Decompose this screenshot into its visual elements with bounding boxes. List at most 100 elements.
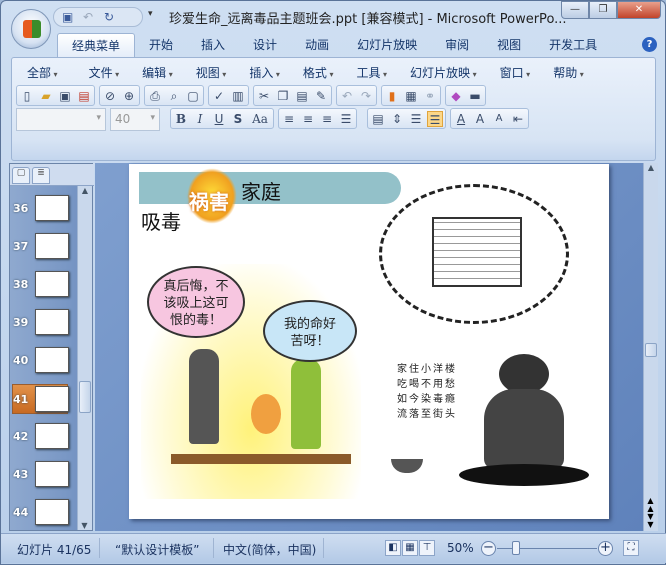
font-name-select[interactable] [16,108,106,131]
print-icon[interactable]: ⎙ [147,88,163,104]
shrink-font-icon[interactable]: A [491,111,507,127]
tab-review[interactable]: 审阅 [431,33,483,57]
language[interactable]: 中文(简体，中国) [223,541,316,558]
redo-icon[interactable]: ↻ [104,10,117,24]
copy-icon[interactable]: ❐ [275,88,291,104]
customize-qat-icon[interactable]: ▾ [148,9,153,19]
help-icon[interactable]: ? [642,37,657,52]
slides-tab[interactable]: ▢ [12,167,30,184]
tab-insert[interactable]: 插入 [187,33,239,57]
menu-help[interactable]: 帮助 [539,64,593,81]
open-icon[interactable]: ▰ [38,88,54,104]
slide-thumbnail[interactable]: 39 [13,308,75,338]
slide-thumbnail[interactable]: 44 [13,498,75,528]
menu-format[interactable]: 格式 [289,64,343,81]
menu-edit[interactable]: 编辑 [128,64,182,81]
next-slide-icon[interactable]: ▼ ▼ [644,513,657,529]
slide-thumbnail[interactable]: 36 [13,194,75,224]
scroll-thumb[interactable] [79,381,91,413]
scroll-up-icon[interactable]: ▲ [644,163,658,172]
tab-classic-menu[interactable]: 经典菜单 [57,33,136,57]
format-painter-icon[interactable]: ✎ [313,88,329,104]
slide-thumbnail[interactable]: 38 [13,270,75,300]
restrict-icon[interactable]: ⊘ [102,88,118,104]
slide-thumbnail[interactable]: 41 [12,384,69,414]
slideshow-icon[interactable]: ⊤ [419,540,435,556]
undo-icon[interactable]: ↶ [339,88,355,104]
new-icon[interactable]: ▯ [19,88,35,104]
underline-button[interactable]: U [211,111,227,127]
grayscale-icon[interactable]: ▬ [467,88,483,104]
design-template[interactable]: “默认设计模板” [115,541,199,558]
tab-animation[interactable]: 动画 [291,33,343,57]
research-icon[interactable]: ▥ [230,88,246,104]
font-size-select[interactable]: 40 [110,108,160,131]
save-icon[interactable]: ▣ [62,10,75,24]
font-color-icon[interactable]: A [453,111,469,127]
zoom-in-button[interactable]: + [598,541,613,556]
color-scheme-icon[interactable]: ◆ [448,88,464,104]
tab-view[interactable]: 视图 [483,33,535,57]
change-case-button[interactable]: Aa [249,111,271,127]
bullets-icon[interactable]: ☰ [427,110,443,127]
menu-slideshow[interactable]: 幻灯片放映 [396,64,486,81]
cut-icon[interactable]: ✂ [256,88,272,104]
hyperlink-icon[interactable]: ⚭ [422,88,438,104]
spelling-icon[interactable]: ✓ [211,88,227,104]
text-direction-icon[interactable]: ▤ [370,111,386,127]
scroll-up-icon[interactable]: ▲ [78,186,92,195]
scroll-down-icon[interactable]: ▼ [78,521,91,530]
slide-thumbnail[interactable]: 37 [13,232,75,262]
restore-button[interactable]: ❐ [589,1,617,19]
chart-icon[interactable]: ▮ [384,88,400,104]
italic-button[interactable]: I [192,111,208,127]
slide-sorter-icon[interactable]: ▦ [402,540,418,556]
line-spacing-icon[interactable]: ⇕ [389,111,405,127]
fit-to-window-icon[interactable]: ⛶ [623,540,639,556]
outline-tab[interactable]: ≣ [32,167,50,184]
previous-slide-icon[interactable]: ▲ ▲ [644,497,657,513]
tab-home[interactable]: 开始 [135,33,187,57]
menu-file[interactable]: 文件 [67,64,129,81]
slide-thumbnail[interactable]: 40 [13,346,75,376]
align-right-icon[interactable]: ≡ [319,111,335,127]
tab-slideshow[interactable]: 幻灯片放映 [343,33,431,57]
attach-icon[interactable]: ⊕ [121,88,137,104]
print-preview-icon[interactable]: ⌕ [166,88,182,104]
editor-scrollbar[interactable]: ▲ ▲ ▲ ▼ ▼ [643,163,658,531]
align-center-icon[interactable]: ≡ [300,111,316,127]
menu-tools[interactable]: 工具 [342,64,396,81]
undo-icon[interactable]: ↶ [83,10,96,24]
decrease-indent-icon[interactable]: ⇤ [510,111,526,127]
redo-icon[interactable]: ↷ [358,88,374,104]
justify-icon[interactable]: ☰ [338,111,354,127]
minimize-button[interactable]: — [561,1,589,19]
align-left-icon[interactable]: ≡ [281,111,297,127]
menu-view[interactable]: 视图 [182,64,236,81]
save-icon[interactable]: ▣ [57,88,73,104]
frame-icon[interactable]: ▢ [185,88,201,104]
close-button[interactable]: ✕ [617,1,661,19]
office-button[interactable] [11,9,51,49]
slide-thumbnail[interactable]: 43 [13,460,75,490]
menu-all[interactable]: 全部 [18,64,67,81]
permission-icon[interactable]: ▤ [76,88,92,104]
slide-canvas[interactable]: 吸毒 祸害 家庭 真后悔，不该吸上这可恨的毒！ 我的命好苦呀！ 家住小洋楼 吃喝… [129,164,609,519]
shadow-button[interactable]: S [230,111,246,127]
menu-window[interactable]: 窗口 [486,64,540,81]
tab-design[interactable]: 设计 [239,33,291,57]
numbering-icon[interactable]: ☰ [408,111,424,127]
scroll-thumb[interactable] [645,343,657,357]
table-icon[interactable]: ▦ [403,88,419,104]
menu-insert[interactable]: 插入 [235,64,289,81]
slides-scrollbar[interactable]: ▲ ▼ [77,186,92,530]
normal-view-icon[interactable]: ◧ [385,540,401,556]
paste-icon[interactable]: ▤ [294,88,310,104]
zoom-level[interactable]: 50% [447,541,474,555]
zoom-out-button[interactable]: − [481,541,496,556]
slide-thumbnail[interactable]: 42 [13,422,75,452]
tab-developer[interactable]: 开发工具 [535,33,611,57]
grow-font-icon[interactable]: A [472,111,488,127]
zoom-slider-thumb[interactable] [512,541,521,555]
bold-button[interactable]: B [173,111,189,127]
